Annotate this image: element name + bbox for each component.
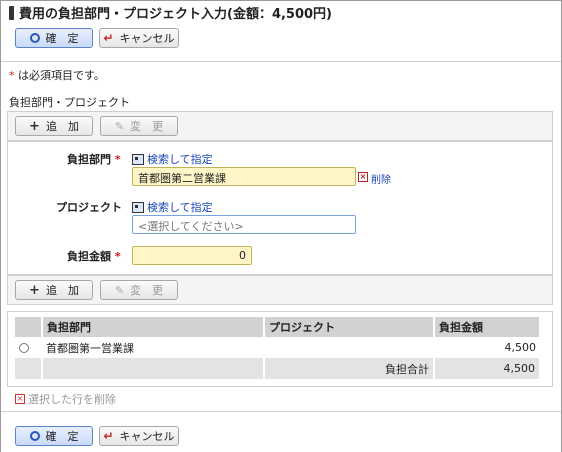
return-arrow-icon: ↵ — [103, 31, 114, 45]
search-list-icon — [132, 153, 144, 165]
project-search-link-text: 検索して指定 — [147, 201, 213, 214]
plus-icon: + — [29, 282, 40, 298]
project-search-link[interactable]: 検索して指定 — [132, 199, 213, 215]
department-delete-link[interactable]: 削除 — [371, 171, 391, 186]
row-radio[interactable] — [19, 343, 29, 353]
pencil-icon: ✎ — [114, 283, 125, 297]
delete-selected-rows[interactable]: × 選択した行を削除 — [15, 391, 116, 407]
x-box-icon: × — [15, 394, 25, 404]
total-spacer — [15, 358, 43, 379]
toolbar-top: + 追 加 ✎ 変 更 — [7, 111, 553, 141]
add-button-bottom[interactable]: + 追 加 — [15, 280, 93, 300]
department-label-text: 負担部門 — [67, 153, 111, 166]
confirm-button-top[interactable]: 確 定 — [15, 28, 93, 48]
edit-label: 変 更 — [130, 284, 164, 297]
edit-label: 変 更 — [130, 120, 164, 133]
return-arrow-icon: ↵ — [103, 429, 114, 443]
column-header-project: プロジェクト — [264, 317, 435, 337]
total-row: 負担合計 4,500 — [15, 358, 541, 379]
row-select-cell[interactable] — [15, 337, 42, 358]
confirm-label: 確 定 — [45, 430, 79, 443]
pencil-icon: ✎ — [114, 119, 125, 133]
select-column-header — [15, 317, 43, 337]
required-note: * は必須項目です。 — [9, 67, 105, 83]
plus-icon: + — [29, 118, 40, 134]
add-button-top[interactable]: + 追 加 — [15, 116, 93, 136]
allocation-table: 負担部門 プロジェクト 負担金額 首都圏第一営業課 4,500 負担合計 4,5… — [15, 317, 541, 379]
project-label: プロジェクト — [56, 201, 122, 214]
add-label: 追 加 — [45, 120, 79, 133]
confirm-button-bottom[interactable]: 確 定 — [15, 426, 93, 446]
title-bar-icon — [9, 6, 14, 20]
department-search-link-text: 検索して指定 — [147, 153, 213, 166]
project-field[interactable]: <選択してください> — [132, 215, 356, 234]
column-header-department: 負担部門 — [42, 317, 265, 337]
required-note-text: は必須項目です。 — [14, 69, 105, 82]
edit-button-top[interactable]: ✎ 変 更 — [100, 116, 178, 136]
amount-required-star: * — [114, 250, 121, 263]
total-label: 負担合計 — [264, 358, 435, 379]
amount-label: 負担金額 * — [67, 248, 121, 264]
radio-ring-icon — [29, 33, 40, 43]
header: 費用の負担部門・プロジェクト入力(金額：4,500円) 確 定 ↵ キャンセル — [1, 1, 561, 62]
row-project — [264, 337, 434, 358]
page-title: 費用の負担部門・プロジェクト入力(金額：4,500円) — [19, 7, 333, 22]
department-label: 負担部門 * — [67, 151, 121, 167]
row-amount: 4,500 — [504, 341, 537, 354]
section-label: 負担部門・プロジェクト — [9, 96, 130, 109]
cancel-label: キャンセル — [119, 32, 175, 45]
column-header-amount: 負担金額 — [434, 317, 541, 337]
amount-field[interactable]: 0 — [132, 246, 252, 265]
department-field[interactable]: 首都圏第二営業課 — [132, 167, 356, 186]
x-box-icon[interactable]: × — [358, 172, 368, 182]
cancel-button-bottom[interactable]: ↵ キャンセル — [99, 426, 179, 446]
table-header-row: 負担部門 プロジェクト 負担金額 — [15, 317, 541, 337]
table-row[interactable]: 首都圏第一営業課 4,500 — [15, 337, 540, 358]
toolbar-bottom: + 追 加 ✎ 変 更 — [7, 275, 553, 305]
cancel-label: キャンセル — [119, 430, 175, 443]
dialog-frame: 費用の負担部門・プロジェクト入力(金額：4,500円) 確 定 ↵ キャンセル … — [0, 0, 562, 452]
total-spacer — [42, 358, 265, 379]
cancel-button-top[interactable]: ↵ キャンセル — [99, 28, 179, 48]
edit-button-bottom[interactable]: ✎ 変 更 — [100, 280, 178, 300]
total-value: 4,500 — [434, 358, 541, 379]
radio-ring-icon — [29, 431, 40, 441]
add-label: 追 加 — [45, 284, 79, 297]
search-list-icon — [132, 201, 144, 213]
amount-label-text: 負担金額 — [67, 250, 111, 263]
delete-selected-label: 選択した行を削除 — [28, 393, 116, 406]
row-department: 首都圏第一営業課 — [46, 341, 134, 355]
department-required-star: * — [114, 153, 121, 166]
footer: 確 定 ↵ キャンセル — [1, 411, 561, 452]
confirm-label: 確 定 — [45, 32, 79, 45]
department-search-link[interactable]: 検索して指定 — [132, 151, 213, 167]
